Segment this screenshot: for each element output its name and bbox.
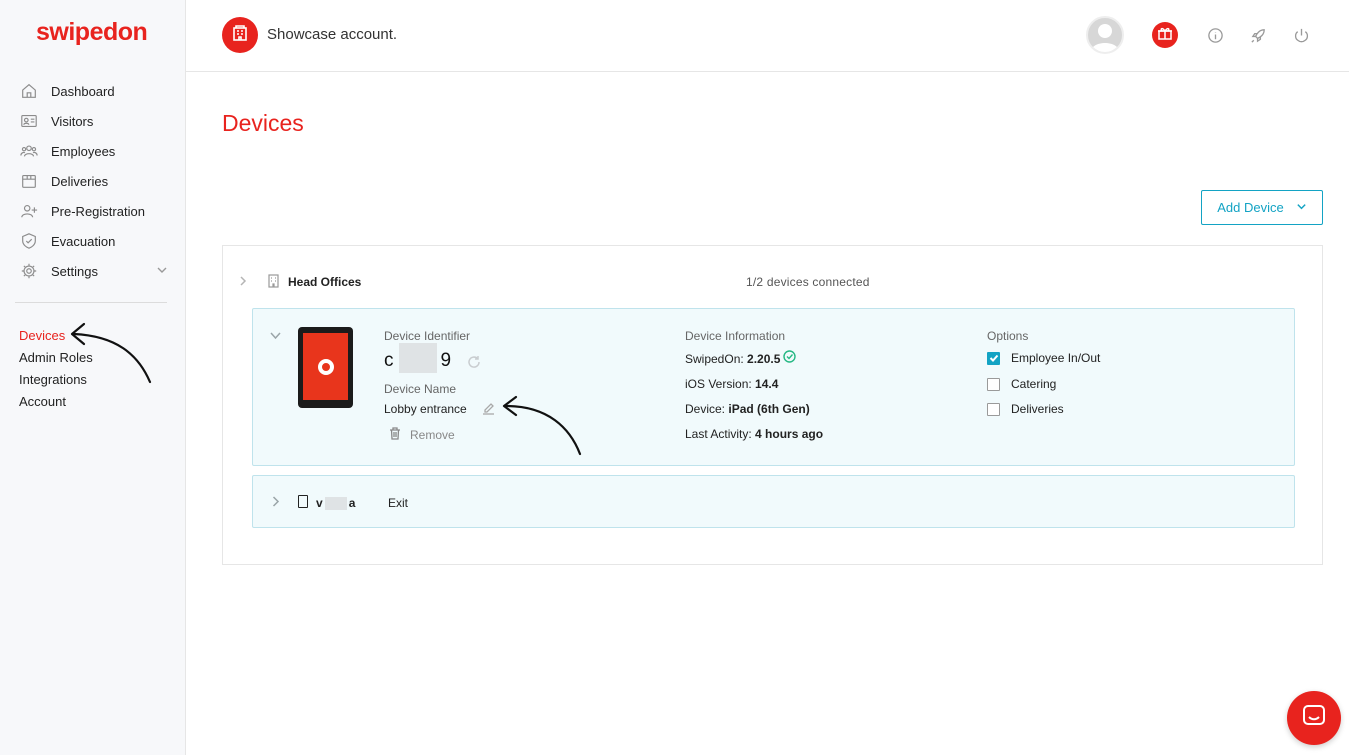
edit-icon[interactable]	[482, 402, 495, 420]
company-badge[interactable]	[222, 17, 258, 53]
device-mode: Exit	[388, 496, 409, 510]
company-name[interactable]: Showcase account.	[267, 26, 397, 43]
sidebar-item-label: Pre-Registration	[51, 203, 145, 219]
swipedon-logo[interactable]: swipedon	[36, 18, 148, 47]
ipad-image	[298, 327, 353, 408]
rocket-icon[interactable]	[1248, 25, 1268, 45]
location-name: Head Offices	[288, 275, 362, 289]
shield-icon	[19, 231, 39, 251]
refresh-icon[interactable]	[467, 355, 481, 374]
gift-icon	[1157, 25, 1173, 46]
gear-icon	[19, 261, 39, 281]
option-catering[interactable]: Catering	[987, 377, 1056, 391]
device-card[interactable]: va Exit	[252, 475, 1295, 528]
page-title: Devices	[222, 110, 304, 136]
chevron-down-icon[interactable]	[156, 264, 168, 279]
location-row[interactable]: Head Offices 1/2 devices connected	[223, 264, 1322, 298]
chat-icon	[1301, 703, 1327, 734]
options-label: Options	[987, 329, 1029, 343]
device-name-label: Device Name	[384, 382, 457, 396]
sidebar-item-label: Settings	[51, 263, 98, 279]
sidebar-item-dashboard[interactable]: Dashboard	[0, 76, 186, 106]
info-device-model: Device: iPad (6th Gen)	[685, 402, 810, 416]
sidebar-item-settings[interactable]: Settings	[0, 256, 186, 286]
checkbox[interactable]	[987, 377, 1000, 391]
gift-button[interactable]	[1152, 22, 1178, 48]
subnav-item-devices[interactable]: Devices	[19, 324, 93, 346]
main-nav: Dashboard Visitors Employees Deliveries …	[0, 76, 186, 286]
sidebar-item-visitors[interactable]: Visitors	[0, 106, 186, 136]
subnav-item-admin-roles[interactable]: Admin Roles	[19, 346, 93, 368]
avatar[interactable]	[1086, 16, 1124, 54]
people-icon	[19, 141, 39, 161]
info-icon[interactable]	[1205, 25, 1225, 45]
tablet-icon	[298, 495, 308, 508]
chevron-down-icon	[1284, 200, 1307, 215]
sidebar-item-label: Deliveries	[51, 173, 109, 189]
add-device-label: Add Device	[1217, 200, 1284, 215]
device-card: Device Identifier c9 Device Name Lobby e…	[252, 308, 1295, 466]
checkbox-checked[interactable]	[987, 351, 1000, 365]
chevron-right-icon[interactable]	[237, 274, 249, 292]
info-swipedon-version: SwipedOn: 2.20.5	[685, 350, 797, 366]
add-device-button[interactable]: Add Device	[1201, 190, 1323, 225]
sidebar-item-employees[interactable]: Employees	[0, 136, 186, 166]
top-header: Showcase account.	[186, 0, 1349, 72]
subnav-item-integrations[interactable]: Integrations	[19, 368, 93, 390]
building-icon	[267, 274, 280, 293]
sidebar-item-label: Employees	[51, 143, 116, 159]
home-icon	[19, 81, 39, 101]
location-status: 1/2 devices connected	[746, 275, 870, 289]
identifier-label: Device Identifier	[384, 329, 471, 343]
power-icon[interactable]	[1291, 25, 1311, 45]
user-plus-icon	[19, 201, 39, 221]
sidebar-item-label: Visitors	[51, 113, 94, 129]
sidebar-item-evacuation[interactable]: Evacuation	[0, 226, 186, 256]
device-info-label: Device Information	[685, 329, 786, 343]
info-ios-version: iOS Version: 14.4	[685, 377, 779, 391]
building-icon	[230, 23, 250, 48]
remove-button[interactable]: Remove	[389, 427, 455, 443]
sidebar: swipedon Dashboard Visitors Employees De…	[0, 0, 186, 755]
sidebar-item-label: Dashboard	[51, 83, 115, 99]
chevron-down-icon[interactable]	[269, 329, 282, 347]
chevron-right-icon[interactable]	[269, 495, 282, 513]
device-name: va	[316, 496, 356, 510]
chat-button[interactable]	[1287, 691, 1341, 745]
subnav-item-account[interactable]: Account	[19, 390, 93, 412]
checkbox[interactable]	[987, 402, 1000, 416]
device-identifier: c9	[384, 343, 452, 373]
device-name: Lobby entrance	[384, 402, 467, 416]
trash-icon	[389, 427, 410, 443]
option-deliveries[interactable]: Deliveries	[987, 402, 1064, 416]
id-card-icon	[19, 111, 39, 131]
devices-panel: Head Offices 1/2 devices connected Devic…	[222, 245, 1323, 565]
check-circle-icon	[783, 350, 797, 366]
option-employee-in-out[interactable]: Employee In/Out	[987, 351, 1100, 365]
box-icon	[19, 171, 39, 191]
sidebar-divider	[15, 302, 167, 303]
sidebar-item-pre-registration[interactable]: Pre-Registration	[0, 196, 186, 226]
info-last-activity: Last Activity: 4 hours ago	[685, 427, 824, 441]
sidebar-item-label: Evacuation	[51, 233, 116, 249]
settings-subnav: Devices Admin Roles Integrations Account	[19, 324, 93, 412]
sidebar-item-deliveries[interactable]: Deliveries	[0, 166, 186, 196]
